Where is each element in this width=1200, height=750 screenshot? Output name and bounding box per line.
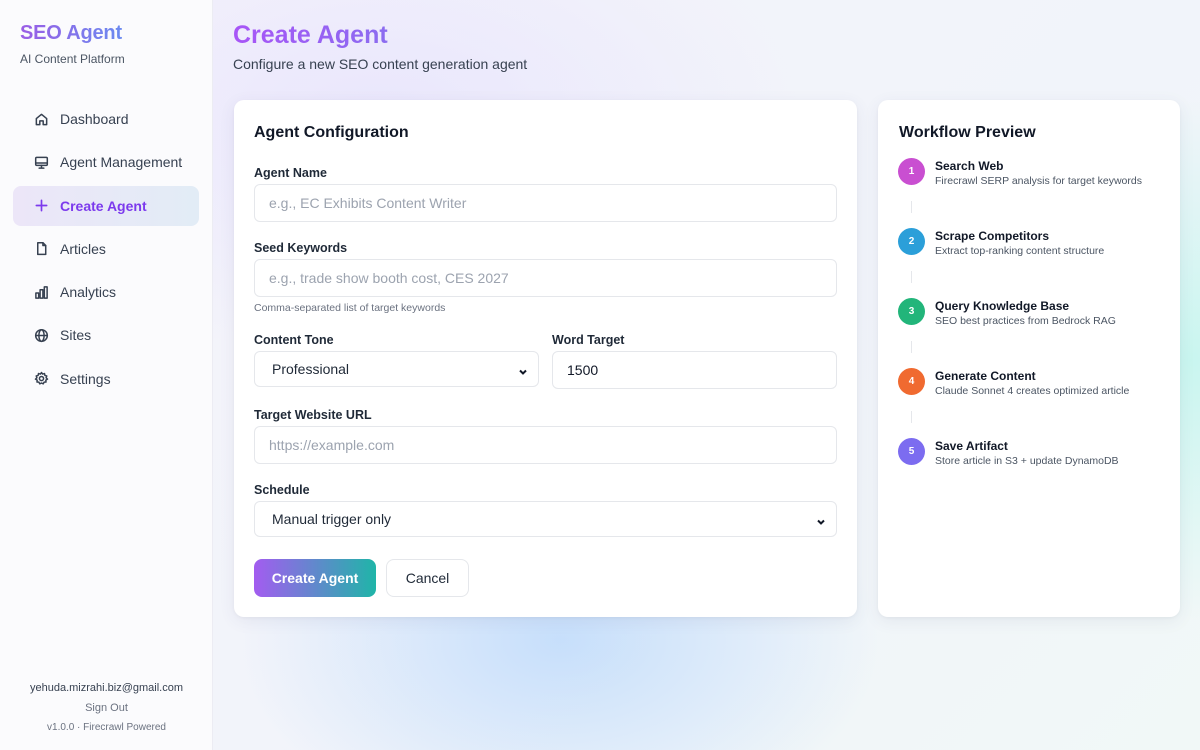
seed-keywords-input[interactable] <box>254 259 837 297</box>
step-connector <box>911 201 912 213</box>
target-url-input[interactable] <box>254 426 837 464</box>
schedule-select[interactable]: Manual trigger only <box>254 501 837 537</box>
content-tone-label: Content Tone <box>254 333 334 347</box>
file-icon <box>33 241 49 257</box>
page-subtitle: Configure a new SEO content generation a… <box>233 56 528 72</box>
content-tone-value: Professional <box>272 361 350 377</box>
step-connector <box>911 341 912 353</box>
user-email: yehuda.mizrahi.biz@gmail.com <box>29 682 183 694</box>
step-title: Scrape Competitors <box>935 229 1050 243</box>
sidebar-item-settings[interactable]: Settings <box>13 359 199 399</box>
page-title: Create Agent <box>233 21 388 49</box>
content-tone-select[interactable]: Professional <box>254 351 539 387</box>
home-icon <box>33 111 49 127</box>
schedule-label: Schedule <box>254 483 310 497</box>
step-number-badge: 5 <box>898 438 925 465</box>
sidebar-item-dashboard[interactable]: Dashboard <box>13 99 199 139</box>
seed-keywords-label: Seed Keywords <box>254 241 348 255</box>
brand-subtitle: AI Content Platform <box>20 52 125 66</box>
step-title: Generate Content <box>935 369 1036 383</box>
step-description: Store article in S3 + update DynamoDB <box>935 455 1119 467</box>
bar-chart-icon <box>33 284 49 300</box>
step-description: SEO best practices from Bedrock RAG <box>935 315 1116 327</box>
sidebar: SEO Agent AI Content Platform Dashboard … <box>0 0 213 750</box>
workflow-preview-card: Workflow Preview 1 Search Web Firecrawl SE… <box>878 100 1180 617</box>
agent-configuration-card: Agent Configuration Agent Name Seed Keyw… <box>234 100 857 617</box>
sidebar-item-create-agent[interactable]: Create Agent <box>13 185 199 226</box>
agent-name-label: Agent Name <box>254 166 327 180</box>
step-number-badge: 3 <box>898 298 925 325</box>
brand-title: SEO Agent <box>20 22 122 44</box>
step-number-badge: 2 <box>898 228 925 255</box>
step-description: Firecrawl SERP analysis for target keywo… <box>935 175 1142 187</box>
sign-out-link[interactable]: Sign Out <box>0 702 213 714</box>
card-title: Workflow Preview <box>899 124 1036 141</box>
sidebar-item-label: Agent Management <box>60 154 183 171</box>
sidebar-item-label: Analytics <box>60 284 117 301</box>
sidebar-footer: yehuda.mizrahi.biz@gmail.com Sign Out v1… <box>0 682 213 733</box>
sidebar-item-label: Articles <box>60 240 106 257</box>
step-connector <box>911 271 912 283</box>
target-url-label: Target Website URL <box>254 408 372 422</box>
sidebar-item-label: Settings <box>60 370 111 387</box>
step-title: Search Web <box>935 159 1004 173</box>
chevron-down-icon <box>518 364 528 375</box>
sidebar-item-label: Create Agent <box>60 197 147 214</box>
cancel-button[interactable]: Cancel <box>386 559 469 597</box>
step-number-badge: 1 <box>898 158 925 185</box>
version-text: v1.0.0 · Firecrawl Powered <box>47 722 166 733</box>
sidebar-nav: Dashboard Agent Management Create Agent … <box>13 99 199 402</box>
sidebar-item-articles[interactable]: Articles <box>13 229 199 269</box>
plus-icon <box>33 198 49 214</box>
step-description: Extract top-ranking content structure <box>935 245 1105 257</box>
word-target-input[interactable] <box>552 351 837 389</box>
step-description: Claude Sonnet 4 creates optimized articl… <box>935 385 1130 397</box>
card-title: Agent Configuration <box>254 124 409 141</box>
step-connector <box>911 411 912 423</box>
sidebar-item-agent-management[interactable]: Agent Management <box>13 142 199 182</box>
globe-icon <box>33 327 49 343</box>
step-number-badge: 4 <box>898 368 925 395</box>
seed-keywords-hint: Comma-separated list of target keywords <box>254 302 446 314</box>
chevron-down-icon <box>816 514 826 525</box>
schedule-value: Manual trigger only <box>272 511 392 527</box>
monitor-icon <box>33 154 49 170</box>
step-title: Query Knowledge Base <box>935 299 1070 313</box>
gear-icon <box>33 371 49 387</box>
sidebar-item-sites[interactable]: Sites <box>13 315 199 355</box>
sidebar-item-label: Sites <box>60 327 92 344</box>
word-target-label: Word Target <box>552 333 625 347</box>
step-title: Save Artifact <box>935 439 1008 453</box>
sidebar-item-label: Dashboard <box>60 111 129 127</box>
create-agent-button[interactable]: Create Agent <box>254 559 376 597</box>
agent-name-input[interactable] <box>254 184 837 222</box>
sidebar-item-analytics[interactable]: Analytics <box>13 272 199 312</box>
